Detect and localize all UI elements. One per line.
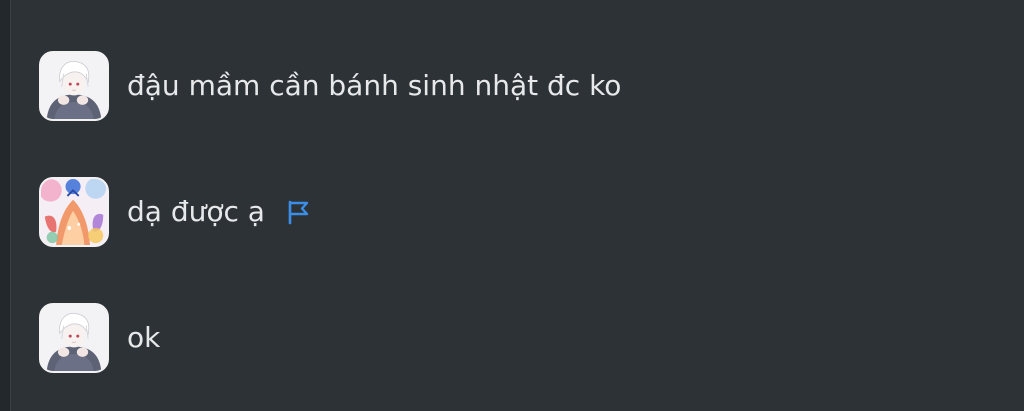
colorful-art-avatar-icon <box>41 179 107 245</box>
avatar[interactable] <box>39 177 109 247</box>
chat-message: ok <box>39 301 160 375</box>
message-text: dạ được ạ <box>127 195 265 228</box>
flag-icon <box>288 200 309 225</box>
chat-message: dạ được ạ <box>39 175 311 249</box>
avatar[interactable] <box>39 51 109 121</box>
chat-panel: đậu mầm cần bánh sinh nhật đc ko dạ được… <box>10 0 1024 411</box>
white-hair-boy-avatar-icon <box>41 305 107 371</box>
flag-icon[interactable] <box>285 199 311 225</box>
chat-message: đậu mầm cần bánh sinh nhật đc ko <box>39 49 621 123</box>
message-text: ok <box>127 321 161 354</box>
avatar[interactable] <box>39 303 109 373</box>
white-hair-boy-avatar-icon <box>41 53 107 119</box>
message-text: đậu mầm cần bánh sinh nhật đc ko <box>127 69 622 102</box>
